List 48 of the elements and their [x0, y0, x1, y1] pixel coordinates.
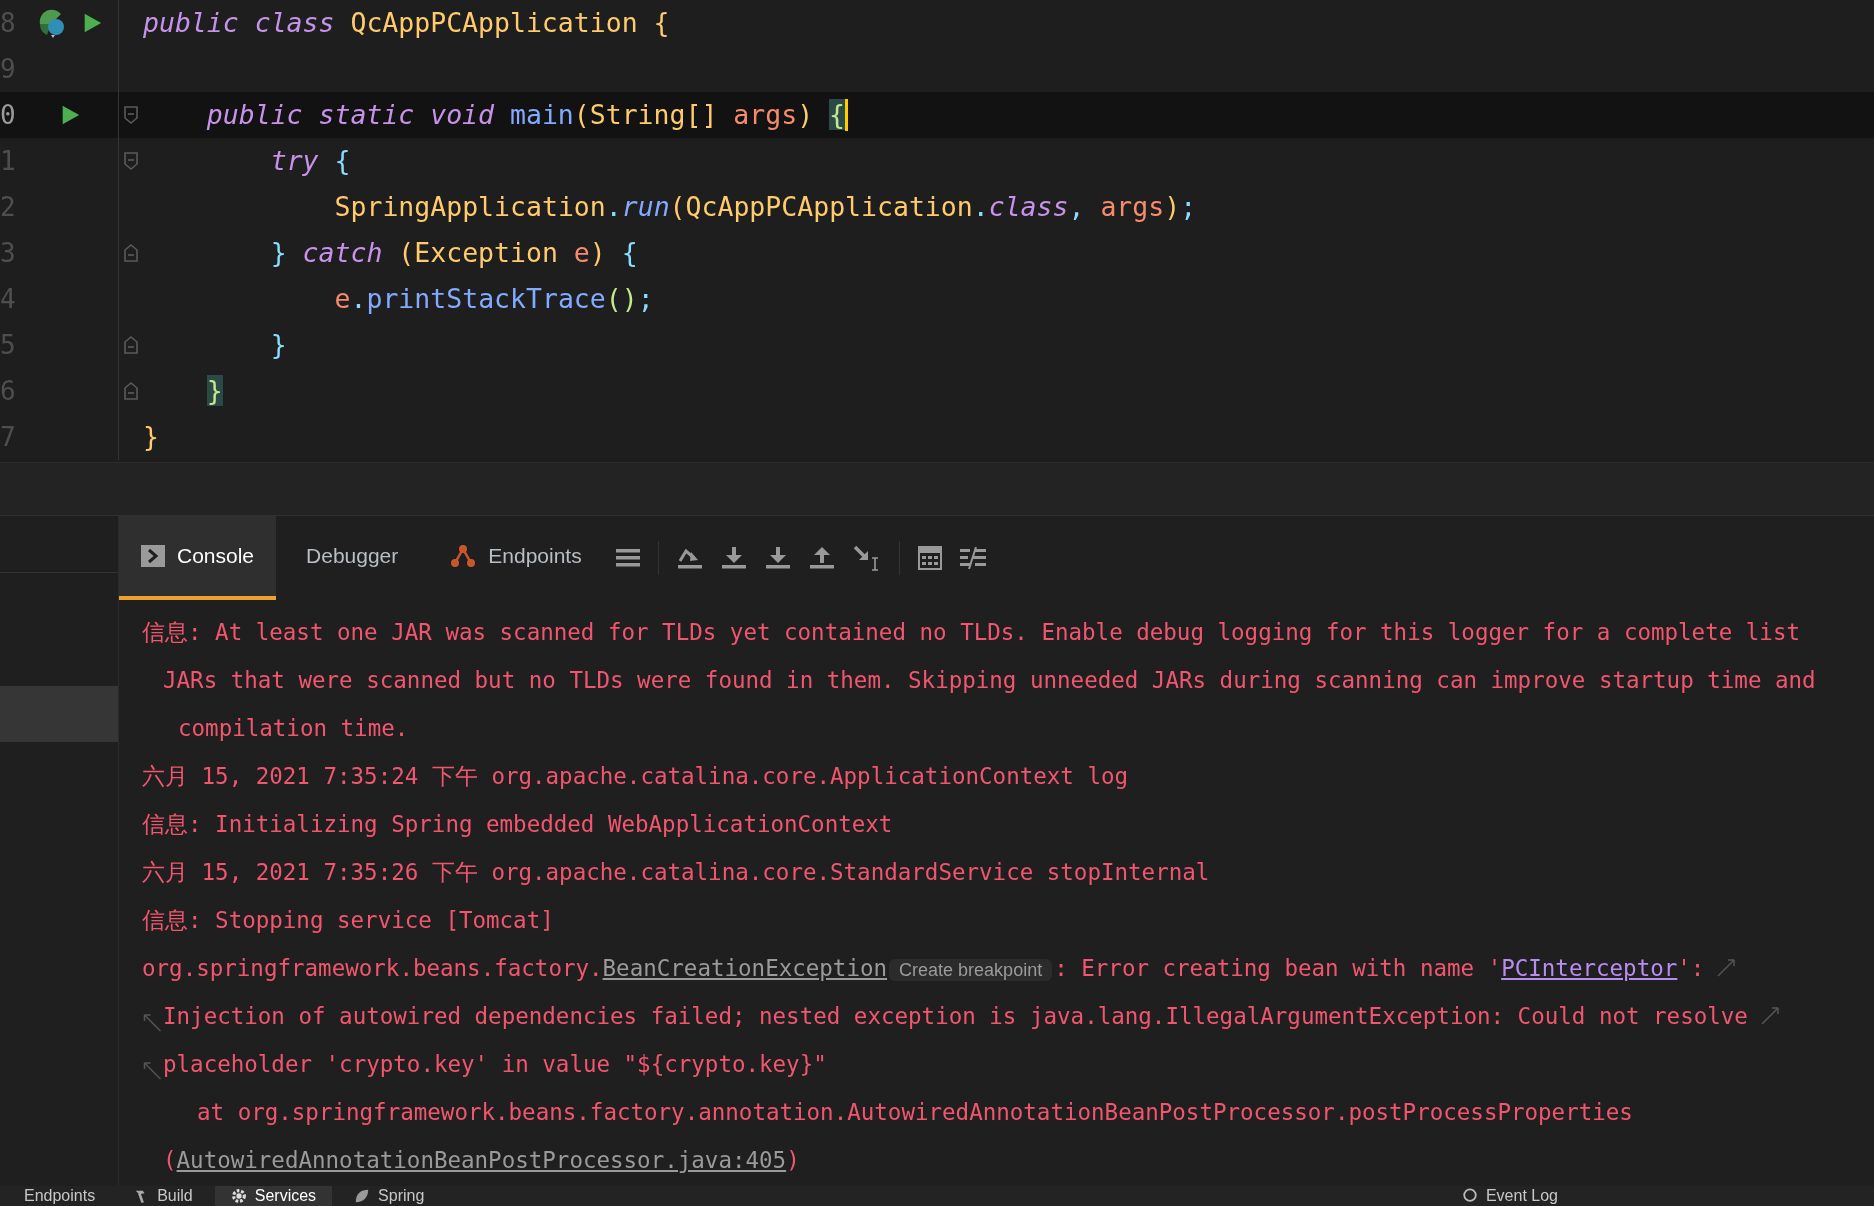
log-line: 六月 15, 2021 7:35:26 下午 org.apache.catalina.core.StandardService stopInternal	[142, 857, 1210, 887]
log-line: 信息: Stopping service [Tomcat]	[142, 905, 554, 935]
log-line: (AutowiredAnnotationBeanPostProcessor.java:405)	[163, 1147, 800, 1173]
log-line: 信息: Initializing Spring embedded WebApplicationContext	[142, 809, 893, 839]
endpoints-icon	[450, 543, 477, 569]
tab[interactable]: Endpoints	[428, 516, 604, 600]
create-breakpoint-hint[interactable]: Create breakpoint	[889, 959, 1053, 981]
tool-window-tab[interactable]: Services	[214, 1186, 333, 1206]
tool-window-tab[interactable]: Endpoints	[8, 1186, 112, 1206]
log-line: 六月 15, 2021 7:35:24 下午 org.apache.catalina.core.ApplicationContext log	[142, 761, 1129, 791]
step-into-icon[interactable]	[720, 546, 747, 570]
log-line: Injection of autowired dependencies failed; nested exception is java.lang.IllegalArgumentException: Could not resolve	[163, 1003, 1748, 1029]
code-line: public static void main(String[] args) {	[206, 98, 846, 132]
list-icon[interactable]	[959, 547, 986, 569]
tool-window-tab[interactable]: Event Log	[1445, 1186, 1574, 1206]
log-line: at org.springframework.beans.factory.annotation.AutowiredAnnotationBeanPostProcessor.postProcessProperties	[197, 1099, 1633, 1125]
log-line: placeholder 'crypto.key' in value "${crypto.key}"	[163, 1051, 827, 1077]
step-over-icon[interactable]	[676, 546, 703, 570]
class-icon	[37, 8, 67, 38]
link[interactable]: PCInterceptor	[1501, 955, 1678, 981]
link[interactable]: BeanCreationException	[602, 955, 888, 981]
tool-window-tab[interactable]: Spring	[338, 1186, 441, 1206]
leaf-icon	[354, 1188, 371, 1204]
code-line: SpringApplication.run(QcAppPCApplication.class, args);	[334, 190, 1197, 224]
code-line: }	[143, 420, 159, 454]
speech-bubble-icon	[1461, 1188, 1478, 1204]
log-line: 信息: At least one JAR was scanned for TLDs yet contained no TLDs. Enable debug logging for this logger for a complete list	[142, 617, 1800, 647]
gear-icon	[230, 1188, 247, 1204]
line-number: 0	[0, 99, 17, 131]
run-to-cursor-icon[interactable]	[852, 545, 881, 571]
link[interactable]: AutowiredAnnotationBeanPostProcessor.java:405	[176, 1147, 787, 1173]
calculator-icon[interactable]	[917, 546, 942, 570]
log-line: JARs that were scanned but no TLDs were found in them. Skipping unneeded JARs during scanning can improve startup time and	[163, 667, 1816, 693]
tool-window-tab[interactable]: Build	[117, 1186, 209, 1206]
console-icon	[141, 545, 165, 567]
code-line: e.printStackTrace();	[334, 282, 654, 316]
log-line: org.springframework.beans.factory.BeanCreationException Create breakpoint : Error creating bean with name 'PCInterceptor':	[142, 955, 1705, 981]
fold-icon[interactable]	[123, 105, 139, 125]
step-into-icon[interactable]	[764, 546, 791, 570]
code-line: try {	[270, 144, 351, 178]
tab[interactable]: Console	[119, 516, 277, 600]
tab[interactable]: Debugger	[284, 516, 421, 600]
log-line: compilation time.	[178, 715, 409, 741]
code-line: public class QcAppPCApplication {	[143, 6, 670, 40]
step-out-icon[interactable]	[808, 546, 835, 570]
code-line: } catch (Exception e) {	[270, 236, 638, 270]
menu-icon[interactable]	[615, 547, 640, 569]
code-line: }	[270, 328, 287, 362]
